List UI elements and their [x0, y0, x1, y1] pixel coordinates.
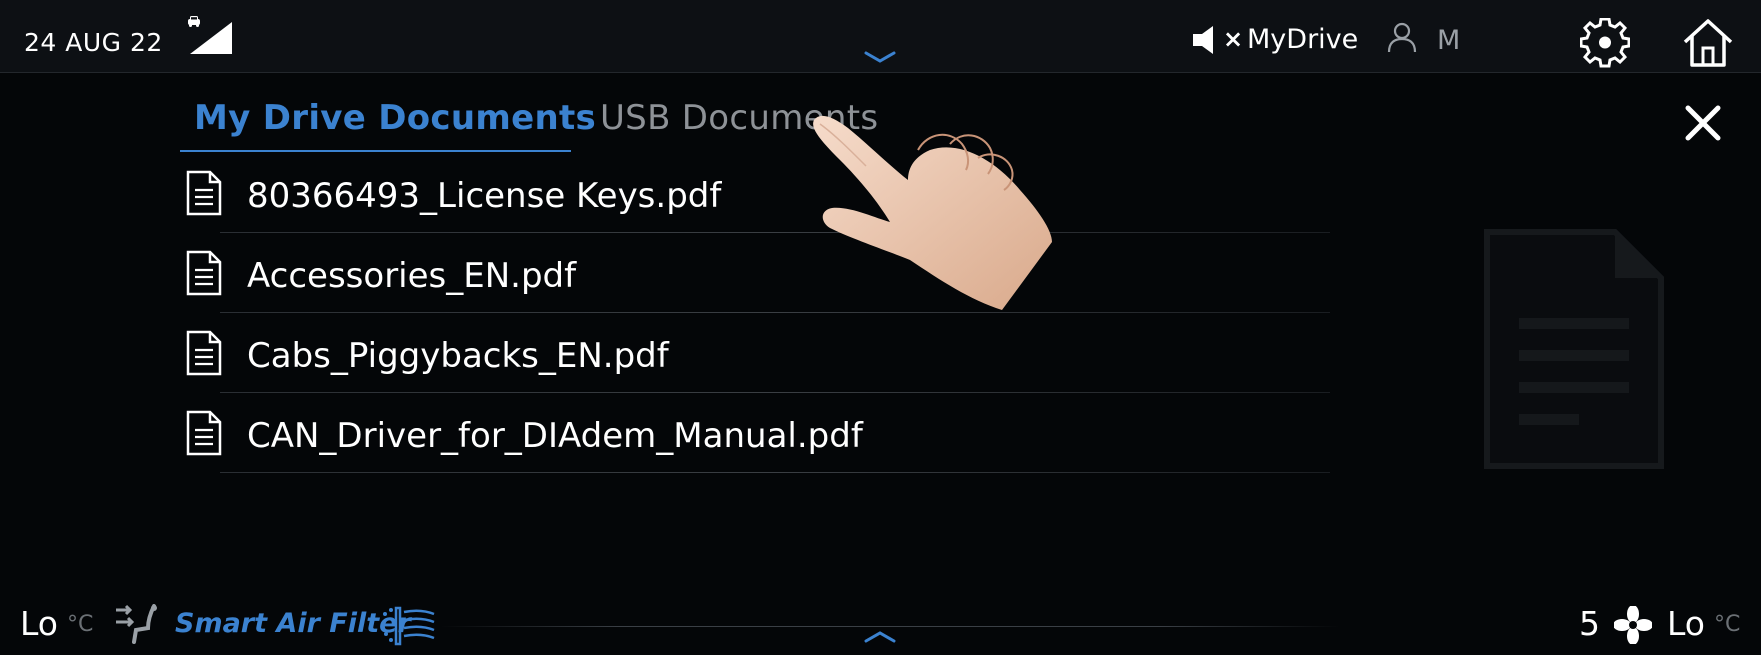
driver-temperature[interactable]: Lo: [20, 604, 58, 643]
passenger-temperature[interactable]: Lo: [1667, 604, 1705, 643]
active-tab-indicator: [180, 150, 571, 152]
hand-pointer-icon: [813, 115, 1052, 311]
file-list-item[interactable]: 80366493_License Keys.pdf: [180, 160, 1330, 240]
screen: 24 AUG 22 × MyDrive M My Drive Documents…: [0, 0, 1761, 655]
profile-initial[interactable]: M: [1437, 25, 1460, 56]
tab-my-drive-documents[interactable]: My Drive Documents: [194, 98, 596, 138]
document-icon: [186, 170, 222, 216]
profile-icon[interactable]: [1387, 22, 1417, 52]
seat-airflow-icon[interactable]: [114, 604, 162, 644]
file-name: CAN_Driver_for_DIAdem_Manual.pdf: [247, 416, 863, 456]
gear-icon[interactable]: [1580, 18, 1630, 68]
file-list-item[interactable]: Accessories_EN.pdf: [180, 240, 1330, 320]
document-icon: [186, 250, 222, 296]
air-filter-icon[interactable]: [380, 604, 438, 646]
file-list-item[interactable]: CAN_Driver_for_DIAdem_Manual.pdf: [180, 400, 1330, 480]
row-divider: [220, 472, 1330, 473]
status-bar: 24 AUG 22 × MyDrive M: [0, 0, 1761, 73]
passenger-temperature-unit: °C: [1714, 612, 1741, 637]
file-name: Cabs_Piggybacks_EN.pdf: [247, 336, 669, 376]
row-divider: [220, 232, 1330, 233]
smart-air-filter-label[interactable]: Smart Air Filter: [175, 608, 411, 639]
fan-icon[interactable]: [1614, 606, 1652, 644]
status-date: 24 AUG 22: [24, 28, 163, 57]
document-preview-icon: [1484, 229, 1664, 469]
document-icon: [186, 410, 222, 456]
fan-speed-level[interactable]: 5: [1579, 604, 1600, 643]
file-name: 80366493_License Keys.pdf: [247, 176, 722, 216]
row-divider: [220, 312, 1330, 313]
home-icon[interactable]: [1682, 18, 1734, 68]
chevron-down-icon[interactable]: [863, 50, 897, 64]
climate-divider: [440, 626, 1340, 627]
mute-cross-icon: ×: [1223, 25, 1244, 53]
chevron-up-icon[interactable]: [863, 630, 897, 644]
document-icon: [186, 330, 222, 376]
driver-temperature-unit: °C: [67, 612, 94, 637]
close-icon[interactable]: [1683, 103, 1723, 143]
file-list-item[interactable]: Cabs_Piggybacks_EN.pdf: [180, 320, 1330, 400]
row-divider: [220, 392, 1330, 393]
file-name: Accessories_EN.pdf: [247, 256, 577, 296]
audio-source-label[interactable]: MyDrive: [1247, 24, 1358, 55]
volume-mute-icon[interactable]: [1191, 26, 1225, 54]
signal-icon: [190, 22, 232, 54]
